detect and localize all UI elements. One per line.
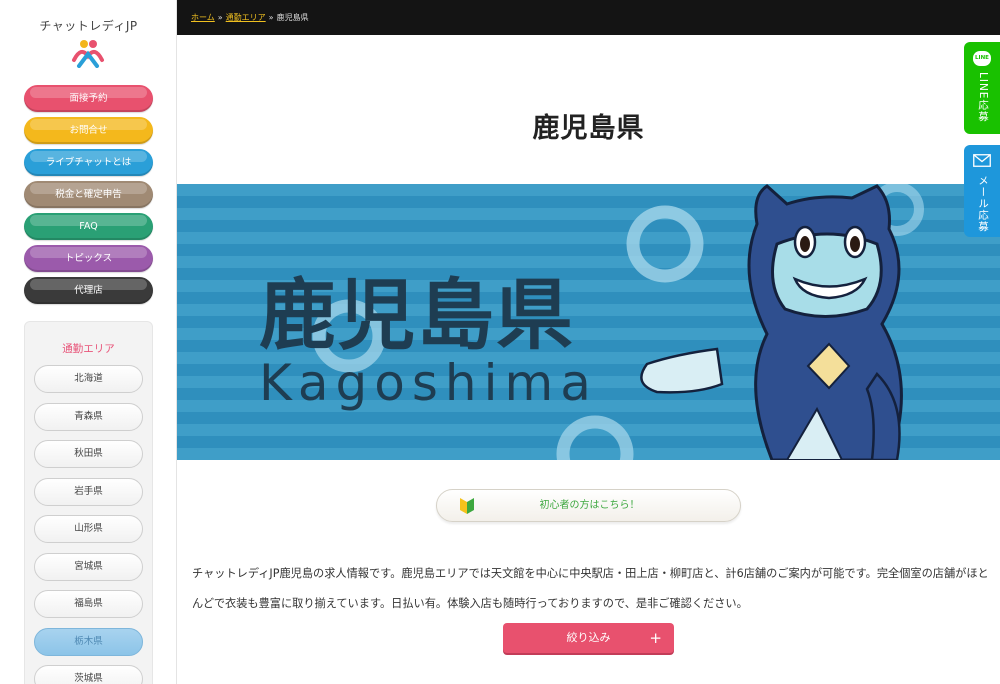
area-list: 北海道 青森県 秋田県 岩手県 山形県 宮城県 福島県 栃木県 茨城県 [34,365,143,684]
hero-title-jp: 鹿児島県 [259,272,575,361]
area-item[interactable]: 山形県 [34,515,143,543]
area-item[interactable]: 青森県 [34,402,143,431]
breadcrumb-area-link[interactable]: 通勤エリア [226,13,266,22]
area-item[interactable]: 茨城県 [34,665,143,684]
breadcrumb-home-link[interactable]: ホーム [191,13,215,22]
mail-icon [973,154,991,167]
sidebar-menu: 面接予約 お問合せ ライブチャットとは 税金と確定申告 FAQ トピックス 代理… [24,85,153,309]
area-item[interactable]: 福島県 [34,590,143,618]
site-logo-text[interactable]: チャットレディJP [0,17,177,34]
breadcrumb-bar: ホーム» 通勤エリア» 鹿児島県 [177,0,1000,35]
filter-button-label: 絞り込み [566,631,611,644]
area-panel: 通勤エリア 北海道 青森県 秋田県 岩手県 山形県 宮城県 福島県 栃木県 茨城… [24,321,153,684]
menu-faq-button[interactable]: FAQ [24,213,153,240]
breadcrumb-separator: » [268,13,274,22]
area-item[interactable]: 栃木県 [34,627,143,656]
beginner-button-label: 初心者の方はこちら！ [539,500,640,511]
menu-interview-button[interactable]: 面接予約 [24,85,153,112]
menu-agency-button[interactable]: 代理店 [24,277,153,304]
hero-banner: 鹿児島県 Kagoshima [177,184,1000,460]
mail-apply-label: メール応募 [977,175,989,233]
main-content: ホーム» 通勤エリア» 鹿児島県 鹿児島県 鹿児島県 Kagoshima 初心者… [177,0,1000,684]
menu-topics-button[interactable]: トピックス [24,245,153,272]
filter-button[interactable]: 絞り込み + [503,623,674,653]
logo-icon[interactable] [71,38,105,68]
beginner-button[interactable]: 初心者の方はこちら！ [436,489,741,522]
plus-icon: + [649,629,662,647]
line-logo-icon: LINE [973,51,991,66]
line-apply-label: LINE応募 [977,72,989,123]
menu-contact-button[interactable]: お問合せ [24,117,153,144]
sidebar: チャットレディJP 面接予約 お問合せ ライブチャットとは 税金と確定申告 FA… [0,0,177,684]
area-item[interactable]: 宮城県 [34,552,143,581]
breadcrumb-current: 鹿児島県 [276,13,309,22]
hero-title-en: Kagoshima [259,354,598,412]
mail-apply-tab[interactable]: メール応募 [964,145,1000,237]
breadcrumb-separator: » [217,13,223,22]
mascot-illustration [640,184,903,460]
intro-text: チャットレディJP鹿児島の求人情報です。鹿児島エリアでは天文館を中心に中央駅店・… [192,567,989,610]
area-item[interactable]: 岩手県 [34,477,143,506]
menu-livechat-button[interactable]: ライブチャットとは [24,149,153,176]
breadcrumb: ホーム» 通勤エリア» 鹿児島県 [191,12,309,23]
area-item[interactable]: 北海道 [34,365,143,393]
area-item[interactable]: 秋田県 [34,440,143,468]
menu-tax-button[interactable]: 税金と確定申告 [24,181,153,208]
page: チャットレディJP 面接予約 お問合せ ライブチャットとは 税金と確定申告 FA… [0,0,1000,684]
area-panel-title: 通勤エリア [62,343,115,355]
page-title: 鹿児島県 [532,113,645,144]
line-apply-tab[interactable]: LINE LINE応募 [964,42,1000,134]
